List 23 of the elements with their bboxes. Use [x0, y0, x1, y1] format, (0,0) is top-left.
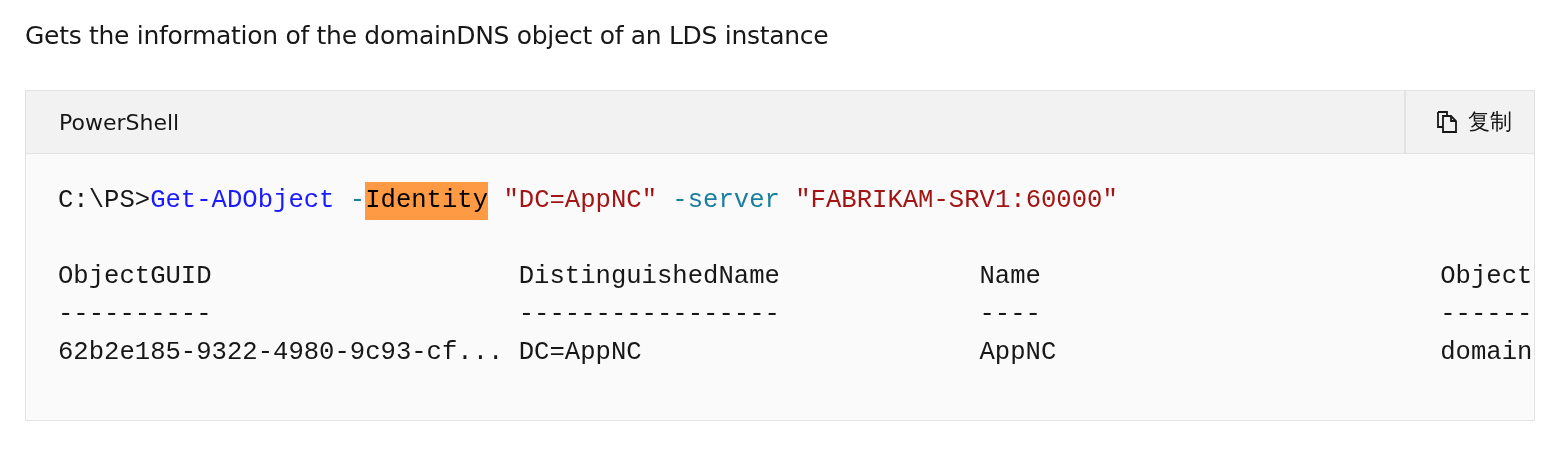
- column-header: DistinguishedName: [518, 261, 781, 293]
- separator-text: ------: [1440, 299, 1533, 331]
- output-cell-text: AppNC: [979, 337, 1058, 369]
- description-text: Gets the information of the domainDNS object of an LDS instance: [25, 20, 830, 52]
- language-label: PowerShell: [58, 108, 181, 137]
- output-cell-text: 62b2e185-9322-4980-9c93-cf...: [58, 337, 505, 369]
- output-cell-text: DC=AppNC: [518, 337, 643, 369]
- separator-text: ----: [979, 299, 1042, 331]
- output-cell-text: domain: [1440, 337, 1533, 369]
- parameter-text: -: [348, 185, 366, 217]
- prompt-text: C:\PS>: [58, 185, 151, 217]
- cmdlet-text: Get-ADObject: [150, 185, 335, 217]
- string-text: "DC=AppNC": [502, 185, 657, 217]
- column-header: ObjectGUID: [58, 261, 213, 293]
- parameter-text: -server: [671, 185, 780, 217]
- copy-button[interactable]: 复制: [1404, 91, 1534, 153]
- string-text: "FABRIKAM-SRV1:60000": [794, 185, 1118, 217]
- copy-icon: [1436, 110, 1458, 134]
- highlighted-text: Identity: [365, 182, 489, 220]
- column-header: Name: [979, 261, 1042, 293]
- separator-text: ----------: [58, 299, 213, 331]
- separator-text: -----------------: [518, 299, 781, 331]
- column-header: Object: [1440, 261, 1533, 293]
